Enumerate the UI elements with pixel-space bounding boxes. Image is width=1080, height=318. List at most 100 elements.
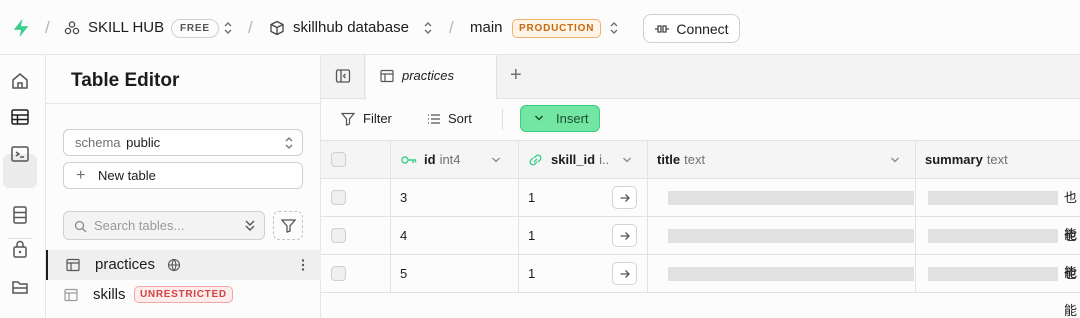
sql-editor-icon[interactable] xyxy=(9,143,31,165)
table-icon xyxy=(66,258,80,272)
id-cell[interactable]: 3 xyxy=(391,179,519,217)
org-switcher-chevrons-icon[interactable] xyxy=(223,19,233,37)
filter-icon xyxy=(281,219,296,233)
supabase-logo-icon[interactable] xyxy=(10,17,32,39)
table-name: practices xyxy=(95,256,156,273)
summary-visible-text: 也能 xyxy=(1064,266,1078,318)
storage-icon[interactable] xyxy=(9,275,31,297)
chevron-down-icon[interactable] xyxy=(622,155,632,165)
org-plan-badge: FREE xyxy=(171,19,219,38)
schema-value: public xyxy=(126,135,161,150)
skill-id-cell[interactable]: 1 xyxy=(519,255,648,293)
project-name[interactable]: skillhub database xyxy=(293,19,409,36)
toolbar-separator xyxy=(502,109,503,130)
insert-label: Insert xyxy=(556,111,589,126)
tab-label: practices xyxy=(402,68,455,83)
select-all-header xyxy=(321,141,391,179)
tab-practices[interactable]: practices xyxy=(366,55,497,100)
insert-button[interactable]: Insert xyxy=(520,105,600,132)
redacted-text xyxy=(668,229,914,243)
sort-label: Sort xyxy=(448,111,472,126)
breadcrumb-separator: / xyxy=(45,18,50,37)
id-cell[interactable]: 5 xyxy=(391,255,519,293)
org-name[interactable]: SKILL HUB xyxy=(88,19,164,36)
id-cell[interactable]: 4 xyxy=(391,217,519,255)
table-editor-icon[interactable] xyxy=(9,106,31,128)
data-grid: id int4 skill_id i.. title text summary text… xyxy=(321,141,1080,318)
row-select-cell xyxy=(321,217,391,255)
chevron-down-icon xyxy=(535,115,543,121)
table-editor-panel: Table Editor schema public + New table S… xyxy=(46,55,321,318)
chevrons-up-down-icon xyxy=(285,137,293,149)
open-reference-button[interactable] xyxy=(612,224,637,247)
auth-lock-icon[interactable] xyxy=(9,238,31,260)
summary-cell[interactable]: 也能 xyxy=(916,255,1080,318)
title-cell[interactable] xyxy=(648,217,916,255)
plug-icon xyxy=(655,24,670,33)
add-tab-plus-icon[interactable]: + xyxy=(510,64,522,87)
title-cell[interactable] xyxy=(648,255,916,293)
connect-button[interactable]: Connect xyxy=(643,14,740,43)
redacted-text xyxy=(928,191,1058,205)
primary-key-icon xyxy=(401,156,417,164)
row-checkbox[interactable] xyxy=(331,190,346,205)
new-table-button[interactable]: + New table xyxy=(63,162,303,189)
more-options-icon[interactable] xyxy=(300,258,306,272)
column-name: title xyxy=(657,152,681,167)
database-icon[interactable] xyxy=(9,204,31,226)
table-list-item-skills[interactable]: skills UNRESTRICTED xyxy=(46,280,321,310)
filter-button[interactable]: Filter xyxy=(341,111,392,126)
table-icon xyxy=(64,288,78,302)
redacted-text xyxy=(668,267,914,281)
chevrons-down-icon[interactable] xyxy=(244,219,256,232)
summary-cell[interactable]: 也能 xyxy=(916,179,1080,242)
row-select-cell xyxy=(321,255,391,293)
table-list-item-practices[interactable]: practices xyxy=(46,250,321,280)
collapse-sidebar-button[interactable] xyxy=(321,55,365,99)
connect-label: Connect xyxy=(676,20,729,37)
sidebar-collapse-icon xyxy=(335,69,351,83)
schema-selector[interactable]: schema public xyxy=(63,129,303,156)
search-tables-input[interactable]: Search tables... xyxy=(63,211,265,240)
summary-cell[interactable]: 也能 xyxy=(916,217,1080,280)
arrow-right-icon xyxy=(620,232,630,240)
skill-id-value: 1 xyxy=(528,228,536,243)
schema-label: schema xyxy=(75,135,121,150)
filter-icon xyxy=(341,112,355,126)
column-type: text xyxy=(684,152,706,167)
column-header-summary[interactable]: summary text xyxy=(916,141,1080,179)
organization-icon xyxy=(64,21,80,35)
open-reference-button[interactable] xyxy=(612,186,637,209)
filter-tables-button[interactable] xyxy=(273,211,303,240)
new-table-label: New table xyxy=(98,168,156,183)
title-cell[interactable] xyxy=(648,179,916,217)
branch-switcher-chevrons-icon[interactable] xyxy=(609,19,619,37)
open-reference-button[interactable] xyxy=(612,262,637,285)
project-switcher-chevrons-icon[interactable] xyxy=(423,19,433,37)
column-type: int4 xyxy=(439,152,461,167)
chevron-down-icon[interactable] xyxy=(890,155,900,165)
column-header-title[interactable]: title text xyxy=(648,141,916,179)
row-checkbox[interactable] xyxy=(331,228,346,243)
skill-id-cell[interactable]: 1 xyxy=(519,217,648,255)
project-box-icon xyxy=(270,20,284,36)
select-all-checkbox[interactable] xyxy=(331,152,346,167)
home-icon[interactable] xyxy=(9,70,31,92)
skill-id-cell[interactable]: 1 xyxy=(519,179,648,217)
column-name: summary xyxy=(925,152,983,167)
column-name: skill_id xyxy=(551,152,596,167)
top-bar: / SKILL HUB FREE / skillhub database / m… xyxy=(0,0,1080,55)
list-sort-icon xyxy=(428,114,440,124)
column-header-skill-id[interactable]: skill_id i.. xyxy=(519,141,648,179)
panel-title: Table Editor xyxy=(71,70,180,91)
row-checkbox[interactable] xyxy=(331,266,346,281)
sort-button[interactable]: Sort xyxy=(427,111,472,126)
branch-name[interactable]: main xyxy=(470,19,503,36)
column-type: text xyxy=(986,152,1008,167)
chevron-down-icon[interactable] xyxy=(491,155,501,165)
search-placeholder: Search tables... xyxy=(94,218,185,233)
breadcrumb-separator: / xyxy=(248,18,253,37)
table-name: skills xyxy=(93,286,126,303)
column-name: id xyxy=(424,152,436,167)
column-header-id[interactable]: id int4 xyxy=(391,141,519,179)
